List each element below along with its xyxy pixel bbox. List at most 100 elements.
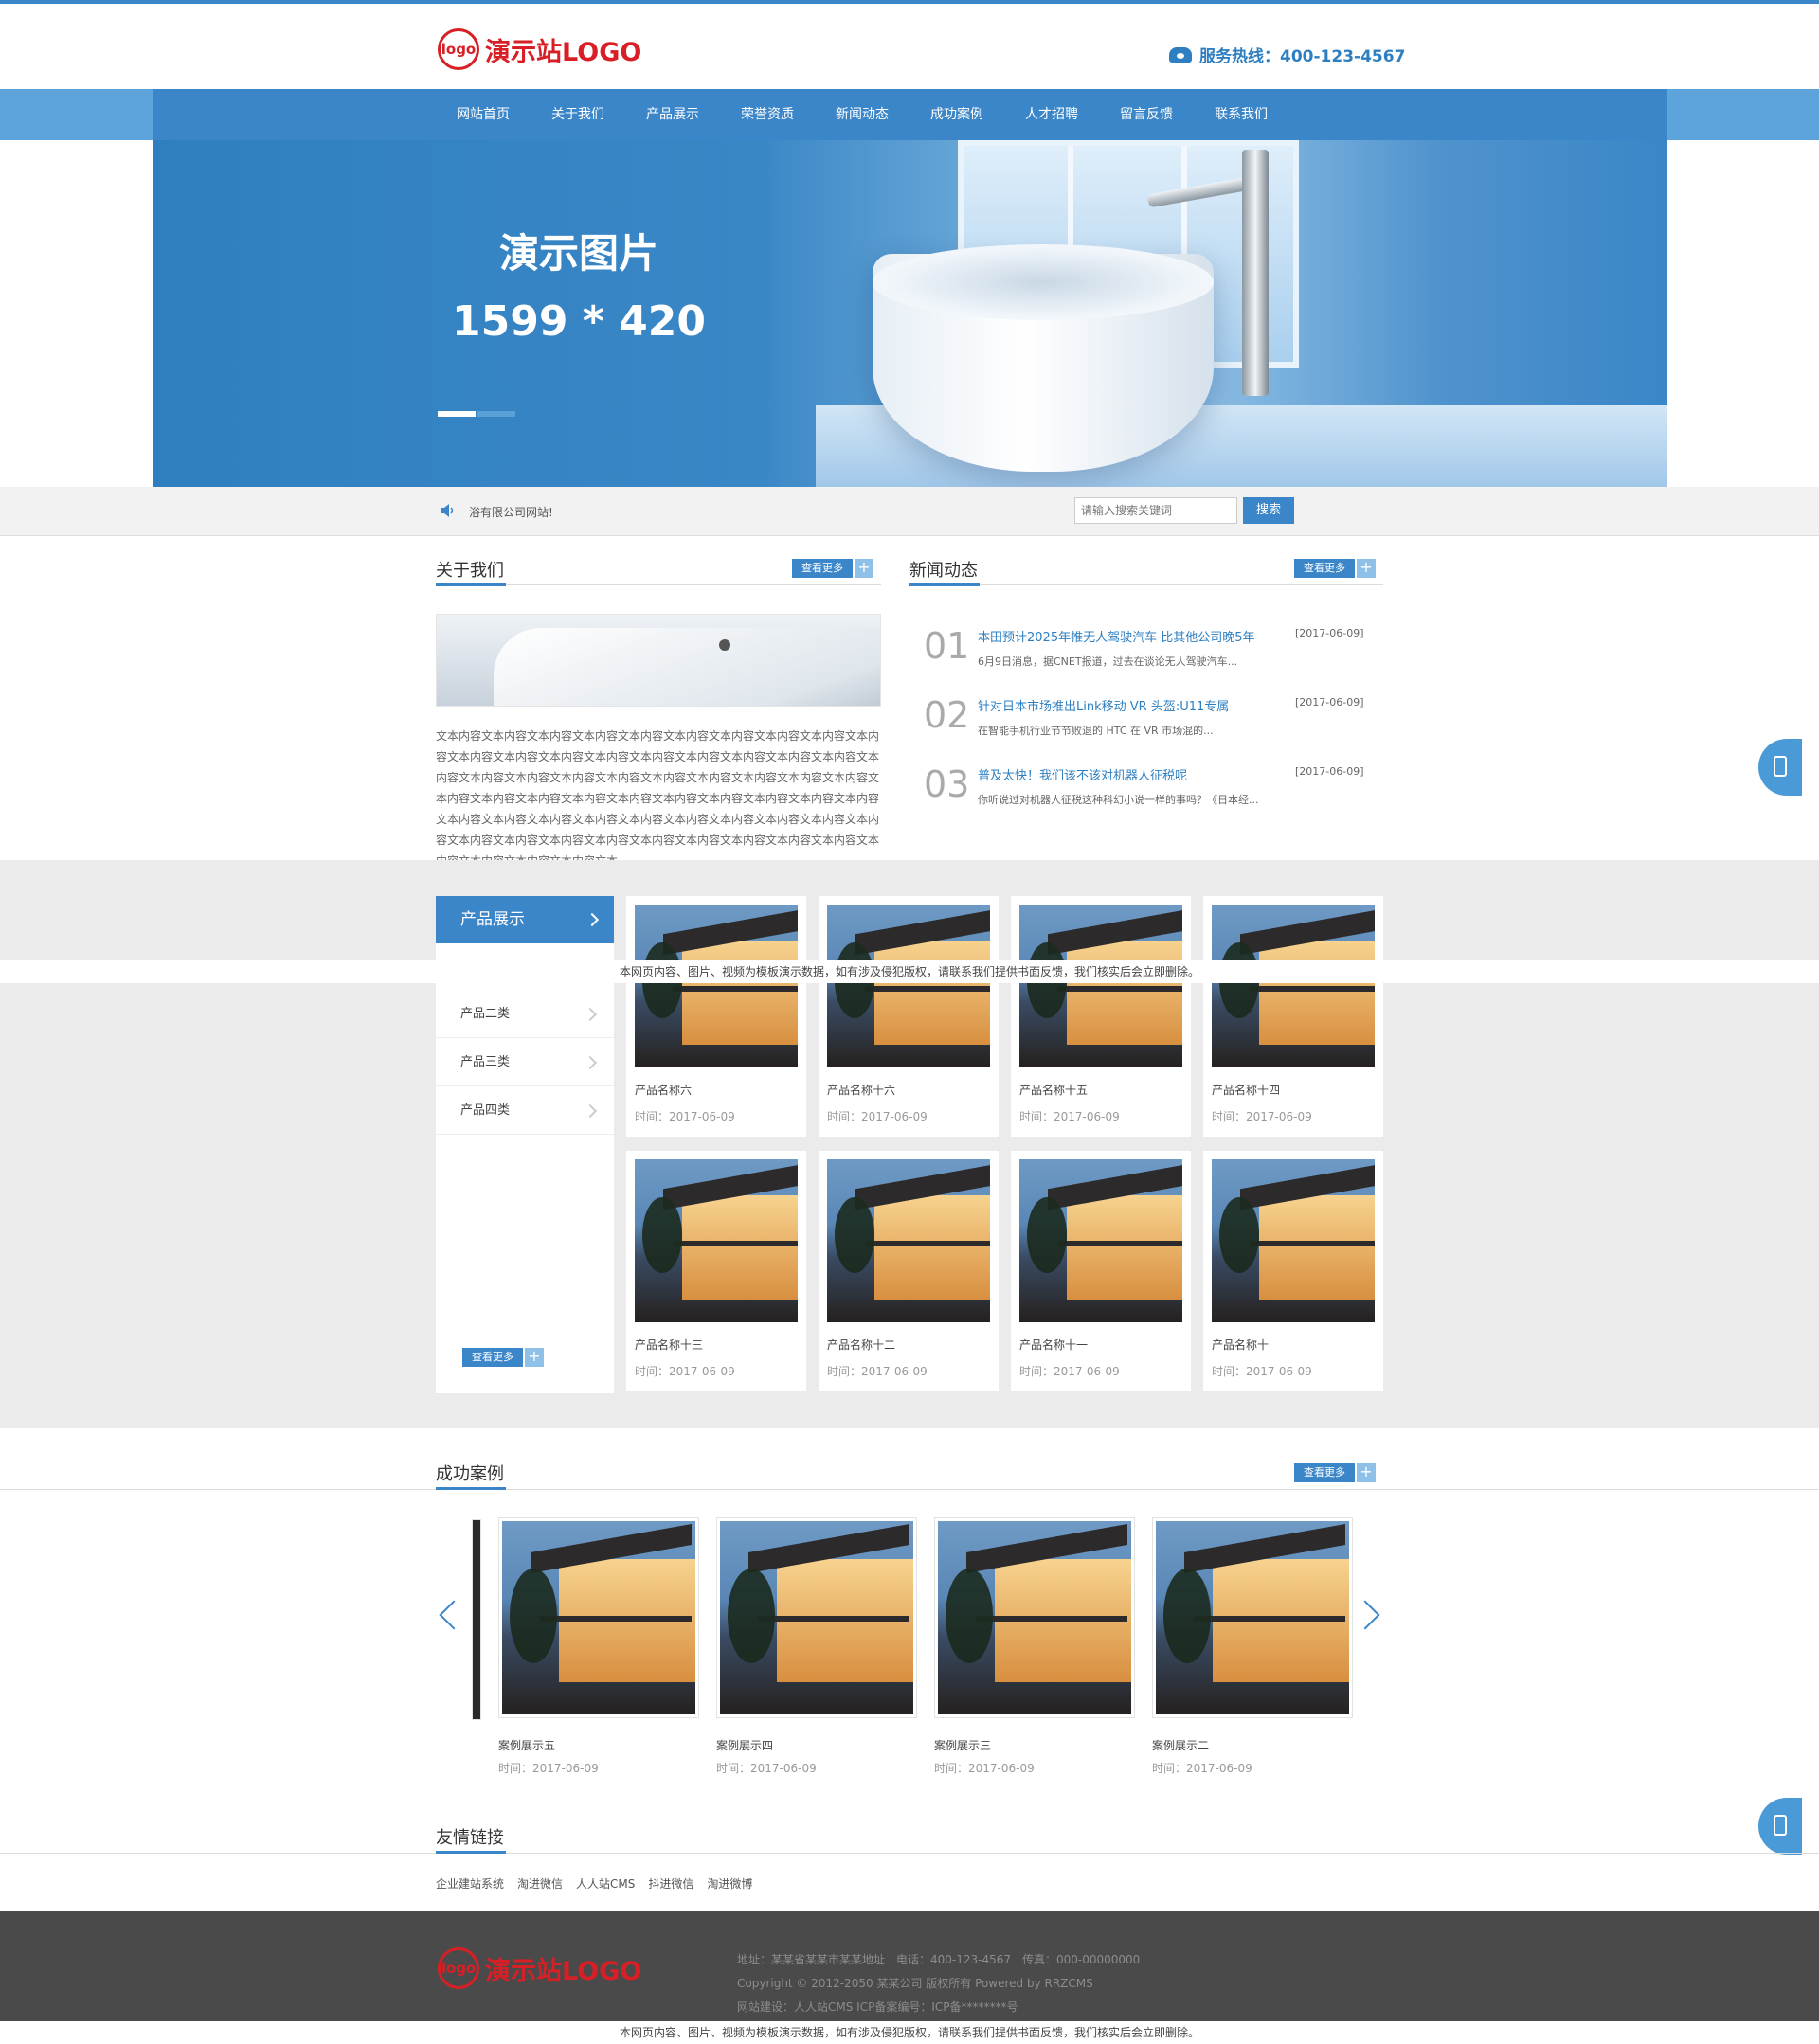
product-time: 时间：2017-06-09 xyxy=(1212,1365,1312,1378)
cases-more-button[interactable]: 查看更多 + xyxy=(1294,1463,1376,1482)
product-time: 时间：2017-06-09 xyxy=(635,1365,735,1378)
case-name[interactable]: 案例展示三 xyxy=(934,1737,991,1753)
product-card[interactable]: 产品名称十四 时间：2017-06-09 xyxy=(1203,896,1383,1137)
news-headline[interactable]: 本田预计2025年推无人驾驶汽车 比其他公司晚5年 xyxy=(978,627,1255,645)
product-image[interactable] xyxy=(1212,1159,1375,1322)
about-more-button[interactable]: 查看更多 + xyxy=(792,559,873,578)
case-name[interactable]: 案例展示二 xyxy=(1152,1737,1209,1753)
product-name[interactable]: 产品名称六 xyxy=(635,1082,692,1098)
product-card[interactable]: 产品名称十六 时间：2017-06-09 xyxy=(819,896,999,1137)
footer-logo-text: 演示站LOGO xyxy=(485,1956,642,1986)
category-header-label: 产品展示 xyxy=(460,910,525,929)
banner-dot-2[interactable] xyxy=(477,411,515,417)
plus-icon: + xyxy=(525,1348,544,1367)
cases-more-label: 查看更多 xyxy=(1294,1463,1355,1482)
friend-link[interactable]: 人人站CMS xyxy=(576,1875,635,1892)
friend-link[interactable]: 淘进微信 xyxy=(517,1875,563,1892)
links-list: 企业建站系统 淘进微信 人人站CMS 抖进微信 淘进微博 xyxy=(436,1875,765,1892)
site-logo[interactable]: logo 演示站LOGO xyxy=(438,28,641,70)
product-image[interactable] xyxy=(635,905,798,1067)
product-name[interactable]: 产品名称十六 xyxy=(827,1082,895,1098)
products-more-button[interactable]: 查看更多 + xyxy=(462,1348,544,1367)
product-name[interactable]: 产品名称十二 xyxy=(827,1336,895,1353)
case-image[interactable] xyxy=(1152,1517,1353,1718)
news-date: [2017-06-09] xyxy=(1295,696,1364,708)
product-name[interactable]: 产品名称十五 xyxy=(1019,1082,1088,1098)
plus-icon: + xyxy=(1357,1463,1376,1482)
news-summary: 你听说过对机器人征税这种科幻小说一样的事吗？《日本经... xyxy=(978,794,1259,806)
case-image[interactable] xyxy=(934,1517,1135,1718)
product-card[interactable]: 产品名称十五 时间：2017-06-09 xyxy=(1011,896,1191,1137)
product-card[interactable]: 产品名称十 时间：2017-06-09 xyxy=(1203,1151,1383,1391)
carousel-prev-arrow[interactable] xyxy=(439,1600,469,1630)
category-header[interactable]: 产品展示 xyxy=(436,896,614,943)
product-name[interactable]: 产品名称十一 xyxy=(1019,1336,1088,1353)
disclaimer-strip: 本网页内容、图片、视频为模板演示数据，如有涉及侵犯版权，请联系我们提供书面反馈，… xyxy=(0,960,1819,983)
product-card[interactable]: 产品名称十二 时间：2017-06-09 xyxy=(819,1151,999,1391)
product-name[interactable]: 产品名称十 xyxy=(1212,1336,1269,1353)
nav-item-home[interactable]: 网站首页 xyxy=(436,89,531,140)
category-item[interactable]: 产品四类 xyxy=(436,1087,614,1135)
news-headline[interactable]: 针对日本市场推出Link移动 VR 头盔:U11专属 xyxy=(978,696,1229,714)
product-image[interactable] xyxy=(1019,905,1182,1067)
news-date: [2017-06-09] xyxy=(1295,765,1364,778)
case-name[interactable]: 案例展示五 xyxy=(498,1737,555,1753)
side-mobile-button[interactable] xyxy=(1758,1798,1802,1855)
product-card[interactable]: 产品名称六 时间：2017-06-09 xyxy=(626,896,806,1137)
product-name[interactable]: 产品名称十四 xyxy=(1212,1082,1280,1098)
product-image[interactable] xyxy=(635,1159,798,1322)
cases-underline xyxy=(436,1487,506,1490)
nav-item-jobs[interactable]: 人才招聘 xyxy=(1004,89,1099,140)
case-time: 时间：2017-06-09 xyxy=(934,1762,1035,1775)
side-mobile-button[interactable] xyxy=(1758,739,1802,796)
nav-item-honors[interactable]: 荣誉资质 xyxy=(720,89,815,140)
nav-item-contact[interactable]: 联系我们 xyxy=(1194,89,1288,140)
friend-link[interactable]: 抖进微信 xyxy=(648,1875,693,1892)
about-more-label: 查看更多 xyxy=(792,559,853,578)
nav-item-about[interactable]: 关于我们 xyxy=(531,89,625,140)
chevron-right-icon xyxy=(583,1055,598,1070)
search-button[interactable]: 搜索 xyxy=(1243,497,1294,524)
product-time: 时间：2017-06-09 xyxy=(635,1110,735,1123)
category-item[interactable]: 产品二类 xyxy=(436,991,614,1038)
category-item[interactable]: 产品三类 xyxy=(436,1039,614,1086)
news-item[interactable]: 02 针对日本市场推出Link移动 VR 头盔:U11专属 [2017-06-0… xyxy=(924,694,1388,761)
case-card[interactable]: 案例展示五 时间：2017-06-09 xyxy=(498,1517,699,1775)
product-name[interactable]: 产品名称十三 xyxy=(635,1336,703,1353)
news-item[interactable]: 01 本田预计2025年推无人驾驶汽车 比其他公司晚5年 [2017-06-09… xyxy=(924,625,1388,691)
case-image[interactable] xyxy=(716,1517,917,1718)
category-label: 产品二类 xyxy=(460,1007,511,1021)
news-item[interactable]: 03 普及太快！我们该不该对机器人征税呢 [2017-06-09] 你听说过对机… xyxy=(924,763,1388,830)
case-card[interactable]: 案例展示二 时间：2017-06-09 xyxy=(1152,1517,1353,1775)
hero-banner[interactable]: 演示图片 1599 * 420 xyxy=(153,140,1667,487)
search-input[interactable] xyxy=(1074,497,1237,524)
product-image[interactable] xyxy=(1212,905,1375,1067)
product-image[interactable] xyxy=(827,1159,990,1322)
case-name[interactable]: 案例展示四 xyxy=(716,1737,773,1753)
product-image[interactable] xyxy=(1019,1159,1182,1322)
main-nav: 网站首页 关于我们 产品展示 荣誉资质 新闻动态 成功案例 人才招聘 留言反馈 … xyxy=(436,89,1288,140)
nav-item-feedback[interactable]: 留言反馈 xyxy=(1099,89,1194,140)
chevron-right-icon xyxy=(585,912,600,927)
product-time: 时间：2017-06-09 xyxy=(1019,1365,1120,1378)
product-card[interactable]: 产品名称十一 时间：2017-06-09 xyxy=(1011,1151,1191,1391)
links-underline xyxy=(436,1851,506,1854)
carousel-next-arrow[interactable] xyxy=(1350,1600,1380,1630)
footer-logo[interactable]: logo 演示站LOGO xyxy=(438,1947,641,1989)
case-card[interactable]: 案例展示三 时间：2017-06-09 xyxy=(934,1517,1135,1775)
nav-item-cases[interactable]: 成功案例 xyxy=(910,89,1004,140)
case-image[interactable] xyxy=(498,1517,699,1718)
news-more-button[interactable]: 查看更多 + xyxy=(1294,559,1376,578)
footer-disclaimer: 本网页内容、图片、视频为模板演示数据，如有涉及侵犯版权，请联系我们提供书面反馈，… xyxy=(0,2021,1819,2044)
banner-dot-1[interactable] xyxy=(438,411,476,417)
chevron-right-icon xyxy=(583,1103,598,1119)
product-image[interactable] xyxy=(827,905,990,1067)
nav-item-products[interactable]: 产品展示 xyxy=(625,89,720,140)
news-headline[interactable]: 普及太快！我们该不该对机器人征税呢 xyxy=(978,765,1187,783)
nav-item-news[interactable]: 新闻动态 xyxy=(815,89,910,140)
news-number: 03 xyxy=(924,763,970,805)
case-card[interactable]: 案例展示四 时间：2017-06-09 xyxy=(716,1517,917,1775)
product-card[interactable]: 产品名称十三 时间：2017-06-09 xyxy=(626,1151,806,1391)
friend-link[interactable]: 企业建站系统 xyxy=(436,1875,504,1892)
friend-link[interactable]: 淘进微博 xyxy=(707,1875,752,1892)
